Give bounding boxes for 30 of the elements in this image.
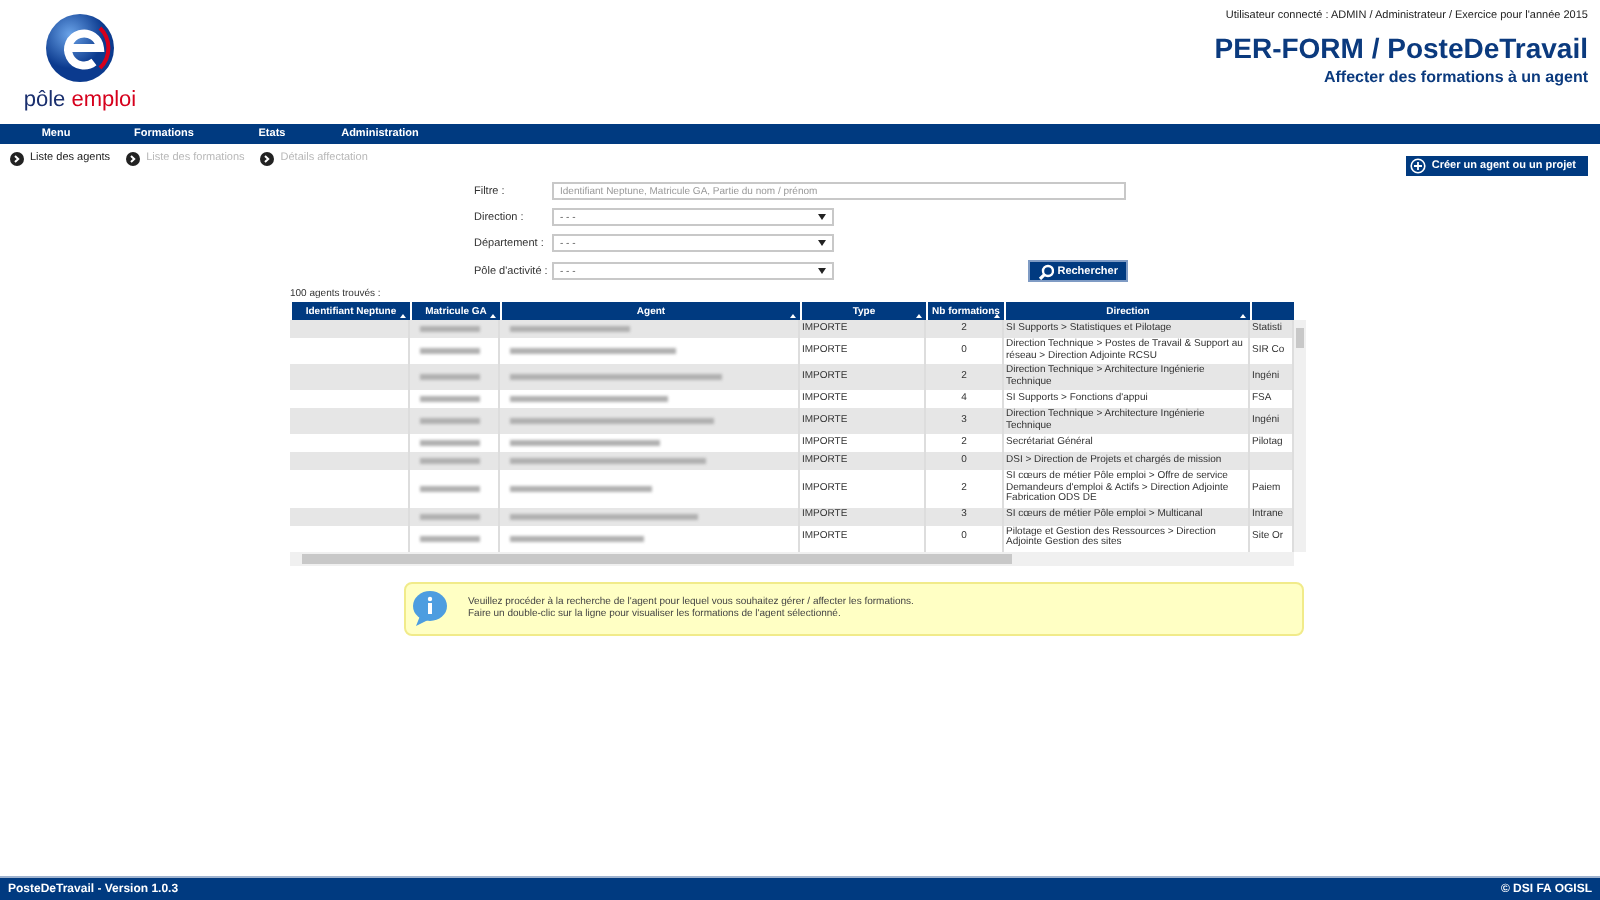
blurred-text	[510, 485, 652, 492]
blurred-text	[420, 485, 480, 492]
logo-text: pôle emploi	[23, 88, 137, 112]
column-header	[1250, 302, 1294, 320]
dropdown-arrow-icon	[818, 268, 826, 274]
chevron-circle-icon	[10, 151, 24, 165]
blurred-text	[420, 440, 480, 446]
page-subtitle: Affecter des formations à un agent	[1323, 68, 1588, 86]
blurred-text	[510, 535, 644, 541]
blurred-text	[420, 513, 480, 519]
search-icon	[1037, 263, 1054, 279]
dropdown-arrow-icon	[818, 214, 826, 220]
logo-icon	[44, 12, 116, 84]
app-title: PER-FORM / PosteDeTravail	[1214, 32, 1588, 64]
blurred-text	[420, 326, 480, 332]
blurred-text	[510, 326, 630, 332]
dropdown-arrow-icon	[818, 240, 826, 246]
blurred-text	[420, 348, 480, 354]
plus-circle-icon	[1409, 158, 1426, 174]
blurred-text	[420, 535, 480, 541]
table-cell	[1250, 452, 1294, 470]
blurred-text	[420, 418, 480, 424]
blurred-text	[420, 396, 480, 402]
vertical-scrollbar[interactable]	[1294, 320, 1306, 551]
chevron-circle-icon	[126, 151, 141, 165]
horizontal-scrollbar[interactable]	[290, 551, 1294, 565]
chevron-circle-icon	[260, 151, 275, 165]
info-icon	[412, 589, 448, 627]
blurred-text	[420, 458, 480, 464]
blurred-text	[420, 374, 480, 380]
